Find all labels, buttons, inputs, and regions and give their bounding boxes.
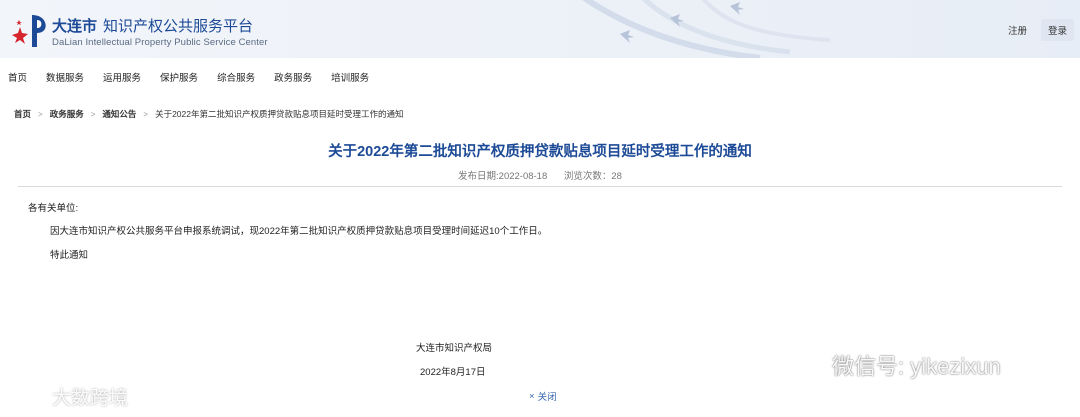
publish-date: 发布日期:2022-08-18 [458,171,548,182]
register-link[interactable]: 注册 [1004,20,1031,40]
close-button[interactable]: × 关闭 [529,389,557,404]
nav-item-comprehensive-services[interactable]: 综合服务 [217,70,255,84]
jet-formation-graphic [582,0,831,58]
nav-item-data-services[interactable]: 数据服务 [46,70,84,84]
title-divider [18,186,1062,187]
site-logo-icon[interactable] [10,13,48,49]
watermark-logo-icon [9,389,47,404]
close-label: 关闭 [537,392,557,403]
nav-item-home[interactable]: 首页 [8,70,27,84]
watermark-right: 微信号: yikezixun [786,349,1001,381]
site-title: 大连市 知识产权公共服务平台 [52,15,253,36]
chevron-right-icon: > [90,109,96,119]
salutation: 各有关单位: [28,203,79,214]
login-button[interactable]: 登录 [1040,19,1074,41]
breadcrumb: 首页 > 政务服务 > 通知公告 > 关于2022年第二批知识产权质押贷款贴息项… [14,108,403,120]
signer: 大连市知识产权局 [416,343,493,354]
breadcrumb-government-services[interactable]: 政务服务 [50,108,84,120]
nav-item-training-services[interactable]: 培训服务 [331,70,369,84]
site-name: 知识产权公共服务平台 [103,18,254,35]
site-header: 大连市 知识产权公共服务平台 DaLian Intellectual Proper… [0,0,1080,58]
body-paragraph: 特此通知 [50,250,89,261]
wechat-icon [787,351,824,379]
body-paragraph: 因大连市知识产权公共服务平台申报系统调试，现2022年第二批知识产权质押贷款贴息… [50,226,548,237]
close-icon: × [529,390,535,402]
main-nav: 首页 数据服务 运用服务 保护服务 综合服务 政务服务 培训服务 [0,58,1080,96]
nav-item-protection-services[interactable]: 保护服务 [160,70,198,84]
breadcrumb-home[interactable]: 首页 [14,108,31,120]
breadcrumb-notices[interactable]: 通知公告 [102,108,136,120]
watermark-left-text: 大数跨境 [52,388,129,409]
watermark-right-text: 微信号: yikezixun [832,354,1001,379]
breadcrumb-current: 关于2022年第二批知识产权质押贷款贴息项目延时受理工作的通知 [155,109,404,119]
watermark-left: 大数跨境 [8,383,128,410]
site-name-english: DaLian Intellectual Property Public Serv… [52,37,268,48]
view-count: 浏览次数：28 [563,171,622,182]
nav-item-government-services[interactable]: 政务服务 [274,70,312,84]
page-title: 关于2022年第二批知识产权质押贷款贴息项目延时受理工作的通知 [328,144,752,160]
auth-links: 注册 登录 [1004,19,1074,41]
site-city: 大连市 [52,18,98,35]
chevron-right-icon: > [38,109,43,119]
sign-date: 2022年8月17日 [420,367,486,378]
nav-item-application-services[interactable]: 运用服务 [103,70,141,84]
chevron-right-icon: > [143,109,149,119]
article-meta: 发布日期:2022-08-18 浏览次数：28 [0,168,1080,182]
